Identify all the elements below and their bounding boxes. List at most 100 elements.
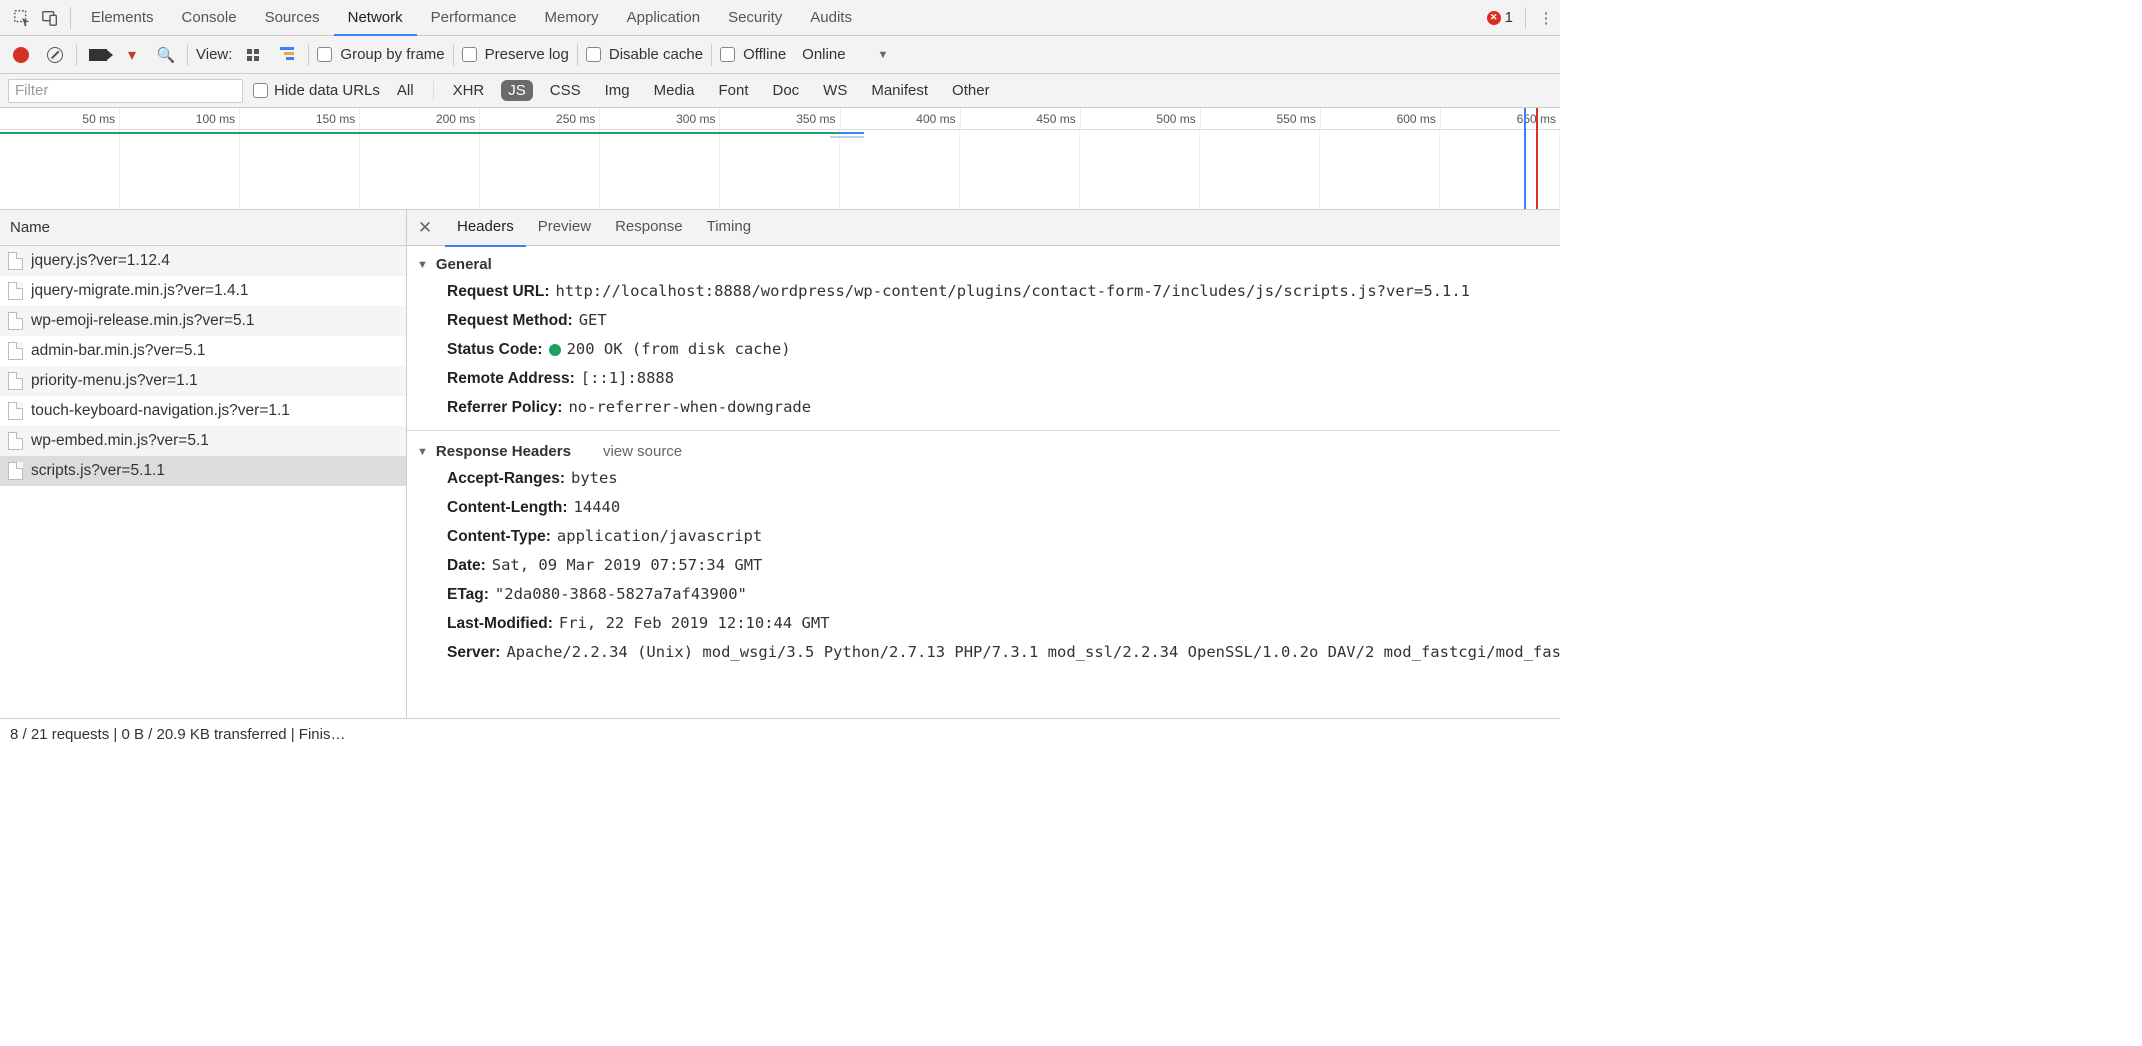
kebab-menu-icon[interactable]: ⋮	[1532, 4, 1560, 32]
request-row[interactable]: admin-bar.min.js?ver=5.1	[0, 336, 406, 366]
panel-tab-memory[interactable]: Memory	[531, 0, 613, 36]
clear-button[interactable]	[42, 42, 68, 68]
filter-type-media[interactable]: Media	[647, 80, 702, 101]
panel-tab-application[interactable]: Application	[613, 0, 714, 36]
filter-input[interactable]	[8, 79, 243, 103]
detail-tab-headers[interactable]: Headers	[445, 209, 526, 247]
request-row[interactable]: wp-embed.min.js?ver=5.1	[0, 426, 406, 456]
filter-type-manifest[interactable]: Manifest	[864, 80, 935, 101]
preserve-log-checkbox[interactable]	[462, 47, 477, 62]
panel-tab-elements[interactable]: Elements	[77, 0, 168, 36]
filter-type-js[interactable]: JS	[501, 80, 533, 101]
close-detail-button[interactable]: ✕	[415, 218, 435, 238]
camera-icon	[89, 49, 107, 61]
group-by-frame-checkbox[interactable]	[317, 47, 332, 62]
panel-tab-sources[interactable]: Sources	[251, 0, 334, 36]
status-bar: 8 / 21 requests | 0 B / 20.9 KB transfer…	[0, 718, 1560, 750]
error-count-badge[interactable]: ✕ 1	[1487, 9, 1519, 26]
file-icon	[8, 462, 23, 480]
device-toggle-icon[interactable]	[36, 4, 64, 32]
group-by-frame-label: Group by frame	[340, 46, 444, 63]
header-row: Request Method:GET	[407, 306, 1560, 335]
file-icon	[8, 432, 23, 450]
waterfall-toggle[interactable]	[274, 42, 300, 68]
separator	[433, 81, 434, 101]
panel-tab-security[interactable]: Security	[714, 0, 796, 36]
header-row: ETag:"2da080-3868-5827a7af43900"	[407, 580, 1560, 609]
request-name: wp-emoji-release.min.js?ver=5.1	[31, 312, 255, 330]
header-key: Date:	[447, 557, 486, 575]
search-button[interactable]: 🔍	[153, 42, 179, 68]
throttling-select[interactable]: Online ▼	[794, 46, 896, 63]
timeline-tick: 550 ms	[1201, 108, 1321, 129]
detail-tab-timing[interactable]: Timing	[695, 209, 763, 247]
inspect-element-icon[interactable]	[8, 4, 36, 32]
header-row: Content-Type:application/javascript	[407, 522, 1560, 551]
request-row[interactable]: priority-menu.js?ver=1.1	[0, 366, 406, 396]
network-timeline[interactable]: 50 ms100 ms150 ms200 ms250 ms300 ms350 m…	[0, 108, 1560, 210]
hide-data-urls-checkbox[interactable]	[253, 83, 268, 98]
large-rows-toggle[interactable]	[240, 42, 266, 68]
record-button[interactable]	[8, 42, 34, 68]
header-key: Content-Type:	[447, 528, 551, 546]
filter-type-img[interactable]: Img	[598, 80, 637, 101]
load-marker	[1536, 108, 1538, 209]
view-source-link[interactable]: view source	[603, 443, 682, 460]
section-general[interactable]: ▼ General	[407, 252, 1560, 277]
chevron-down-icon: ▼	[878, 49, 889, 61]
network-main: Name jquery.js?ver=1.12.4jquery-migrate.…	[0, 210, 1560, 718]
list-view-icon	[247, 49, 259, 61]
filter-type-doc[interactable]: Doc	[765, 80, 806, 101]
filter-type-all[interactable]: All	[390, 80, 421, 101]
separator	[70, 7, 71, 29]
request-row[interactable]: touch-keyboard-navigation.js?ver=1.1	[0, 396, 406, 426]
request-row[interactable]: jquery.js?ver=1.12.4	[0, 246, 406, 276]
name-column-header[interactable]: Name	[0, 210, 406, 246]
filter-type-font[interactable]: Font	[711, 80, 755, 101]
panel-tab-audits[interactable]: Audits	[796, 0, 866, 36]
section-response-headers[interactable]: ▼ Response Headers view source	[407, 439, 1560, 464]
filter-toggle-button[interactable]: ▾	[119, 42, 145, 68]
detail-tab-response[interactable]: Response	[603, 209, 695, 247]
record-dot-icon	[13, 47, 29, 63]
panel-tab-console[interactable]: Console	[168, 0, 251, 36]
filter-type-ws[interactable]: WS	[816, 80, 854, 101]
request-row[interactable]: jquery-migrate.min.js?ver=1.4.1	[0, 276, 406, 306]
filter-type-other[interactable]: Other	[945, 80, 997, 101]
header-key: Remote Address:	[447, 370, 575, 388]
request-row[interactable]: wp-emoji-release.min.js?ver=5.1	[0, 306, 406, 336]
header-row: Request URL:http://localhost:8888/wordpr…	[407, 277, 1560, 306]
header-key: ETag:	[447, 586, 489, 604]
filter-type-css[interactable]: CSS	[543, 80, 588, 101]
timeline-tick: 400 ms	[841, 108, 961, 129]
offline-checkbox[interactable]	[720, 47, 735, 62]
separator	[453, 44, 454, 66]
detail-tab-preview[interactable]: Preview	[526, 209, 603, 247]
disclosure-triangle-icon: ▼	[417, 259, 428, 271]
timeline-tick: 500 ms	[1081, 108, 1201, 129]
header-row: Last-Modified:Fri, 22 Feb 2019 12:10:44 …	[407, 609, 1560, 638]
timeline-tick: 600 ms	[1321, 108, 1441, 129]
panel-tab-performance[interactable]: Performance	[417, 0, 531, 36]
header-key: Content-Length:	[447, 499, 568, 517]
header-value: 14440	[574, 498, 621, 516]
timeline-tick: 300 ms	[600, 108, 720, 129]
header-row: Date:Sat, 09 Mar 2019 07:57:34 GMT	[407, 551, 1560, 580]
header-value: Apache/2.2.34 (Unix) mod_wsgi/3.5 Python…	[506, 643, 1560, 661]
filter-type-xhr[interactable]: XHR	[446, 80, 492, 101]
panel-tab-network[interactable]: Network	[334, 0, 417, 36]
separator	[1525, 7, 1526, 29]
header-key: Referrer Policy:	[447, 399, 562, 417]
request-row[interactable]: scripts.js?ver=5.1.1	[0, 456, 406, 486]
separator	[711, 44, 712, 66]
capture-screenshots-button[interactable]	[85, 42, 111, 68]
disclosure-triangle-icon: ▼	[417, 446, 428, 458]
header-key: Accept-Ranges:	[447, 470, 565, 488]
file-icon	[8, 402, 23, 420]
file-icon	[8, 372, 23, 390]
file-icon	[8, 342, 23, 360]
network-filter-bar: Hide data URLs AllXHRJSCSSImgMediaFontDo…	[0, 74, 1560, 108]
disable-cache-checkbox[interactable]	[586, 47, 601, 62]
status-dot-icon	[549, 344, 561, 356]
timeline-tick: 450 ms	[961, 108, 1081, 129]
